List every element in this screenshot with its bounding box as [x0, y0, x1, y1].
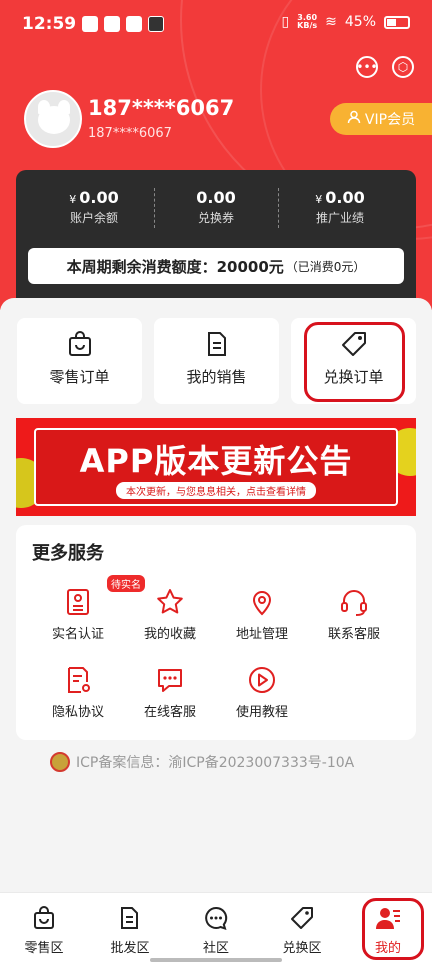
status-bar: 12:59 ▯ 3.60 KB/s ≋ 45%: [0, 0, 432, 52]
icp-info[interactable]: ICP备案信息：渝ICP备2023007333号-10A: [50, 752, 354, 772]
document-icon: [203, 330, 231, 358]
tab-community[interactable]: 社区: [173, 905, 259, 956]
my-sales-card[interactable]: 我的销售: [154, 318, 279, 404]
highlight-ring: [362, 898, 424, 960]
mail-icon: [104, 16, 120, 32]
app-notification-icon: [82, 16, 98, 32]
id-card-icon: 待实名: [63, 575, 145, 617]
vip-label: VIP会员: [364, 112, 416, 128]
update-announcement-banner[interactable]: APP版本更新公告 本次更新，与您息息相关，点击查看详情: [16, 418, 416, 516]
police-emblem-icon: [50, 752, 70, 772]
coupon-stat[interactable]: 0.00 兑换券: [156, 188, 276, 226]
avatar[interactable]: [24, 90, 82, 148]
vip-button[interactable]: VIP会员: [330, 103, 432, 135]
balance-stat[interactable]: ¥0.00 账户余额: [34, 188, 154, 226]
home-indicator: [150, 958, 282, 962]
more-services-card: 更多服务 待实名 实名认证 我的收藏 地址管理 联系客服 隐私协议 在线客服 使…: [16, 525, 416, 740]
more-icon[interactable]: •••: [356, 56, 378, 78]
service-real-name[interactable]: 待实名 实名认证: [32, 575, 145, 642]
banner-title: APP版本更新公告: [79, 442, 353, 480]
media-icon: [148, 16, 164, 32]
status-time: 12:59: [22, 14, 77, 34]
performance-stat[interactable]: ¥0.00 推广业绩: [280, 188, 400, 226]
location-icon: [247, 587, 277, 617]
service-address[interactable]: 地址管理: [216, 587, 308, 642]
privacy-doc-icon: [63, 665, 93, 695]
user-phone: 187****6067: [88, 126, 172, 141]
shopping-bag-icon: [66, 330, 94, 358]
status-right: ▯ 3.60 KB/s ≋ 45%: [281, 14, 410, 30]
icp-text: ICP备案信息：渝ICP备2023007333号-10A: [76, 755, 355, 771]
quota-text: 本周期剩余消费额度：20000元: [66, 257, 284, 276]
net-speed: 3.60 KB/s: [297, 13, 318, 30]
services-heading: 更多服务: [32, 543, 104, 564]
wifi-icon: ≋: [325, 14, 337, 30]
user-name: 187****6067: [88, 96, 235, 120]
quota-note: （已消费0元）: [285, 259, 366, 274]
notification-icons: [82, 16, 164, 32]
service-contact-support[interactable]: 联系客服: [308, 587, 400, 642]
highlight-ring: [304, 322, 405, 402]
play-icon: [247, 665, 277, 695]
service-tutorial[interactable]: 使用教程: [216, 665, 308, 720]
shopping-bag-icon: [31, 905, 57, 931]
tab-exchange[interactable]: 兑换区: [259, 905, 345, 956]
battery-icon: [384, 15, 410, 29]
tag-icon: [289, 905, 315, 931]
document-icon: [117, 905, 143, 931]
retail-orders-card[interactable]: 零售订单: [17, 318, 142, 404]
service-favorites[interactable]: 我的收藏: [124, 587, 216, 642]
vibrate-icon: ▯: [281, 14, 290, 30]
quota-bar: 本周期剩余消费额度：20000元 （已消费0元）: [28, 248, 404, 284]
wallet-card: ¥0.00 账户余额 0.00 兑换券 ¥0.00 推广业绩 本周期剩余消费额度…: [16, 170, 416, 310]
settings-icon[interactable]: ⬡: [392, 56, 414, 78]
battery-text: 45%: [344, 14, 376, 30]
user-outline-icon: [347, 110, 361, 128]
top-actions: ••• ⬡: [356, 56, 414, 78]
tab-retail[interactable]: 零售区: [1, 905, 87, 956]
chat-bubble-icon: [203, 905, 229, 931]
banner-subtitle: 本次更新，与您息息相关，点击查看详情: [116, 482, 316, 499]
chat-icon: [155, 665, 185, 695]
service-privacy[interactable]: 隐私协议: [32, 665, 124, 720]
headset-icon: [339, 587, 369, 617]
calendar-icon: [126, 16, 142, 32]
tab-wholesale[interactable]: 批发区: [87, 905, 173, 956]
star-icon: [155, 587, 185, 617]
service-online-support[interactable]: 在线客服: [124, 665, 216, 720]
